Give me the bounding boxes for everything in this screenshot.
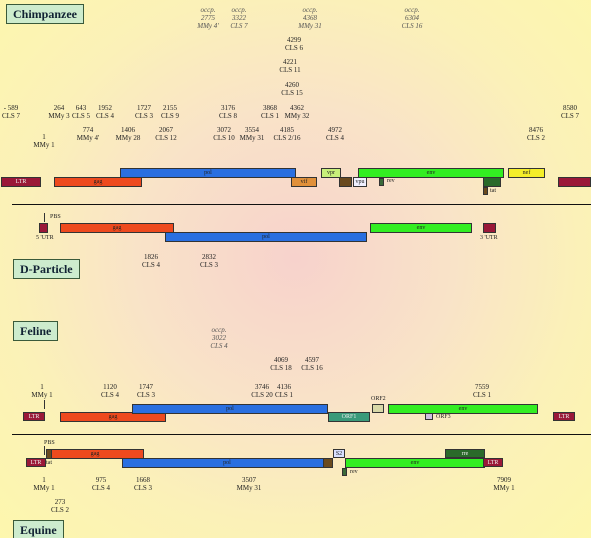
equine-pol-bar: pol [122,458,332,468]
dp-pbs-label: PBS [50,214,61,220]
chimp-site-label: 4362 MMy 32 [284,104,310,120]
equine-env-bar: env [345,458,485,468]
feline-ltr5-bar: LTR [23,412,45,421]
feline-pol-bar: pol [132,404,328,414]
feline-site-label: 4069 CLS 18 [270,356,292,372]
chimp-vif-bar: vif [291,177,317,187]
feline-site-label: 3746 CLS 20 [251,383,273,399]
chimp-tat-label: tat [490,188,496,194]
equine-rev-label: rev [350,469,358,475]
feline-env-bar: env [388,404,538,414]
dp-utr5-label: 5 'UTR [36,235,54,241]
feline-orf3-bar [425,413,433,420]
chimp-occp-label: occp. 2775 MMy 4' [197,6,219,30]
dp-site-label: 2832 CLS 3 [199,253,219,269]
equine-site-label: 273 CLS 2 [50,498,70,514]
feline-orf1-bar: ORF1 [328,412,370,422]
chimp-ltr3-bar [558,177,591,187]
chimp-pol-bar: pol [120,168,296,178]
chimp-site-label: 8580 CLS 7 [560,104,580,120]
equine-title: Equine [13,520,64,538]
dp-pol-bar: pol [165,232,367,242]
chimp-ltr5-bar: LTR [1,177,41,187]
dp-env-bar: env [370,223,472,233]
d-particle-title: D-Particle [13,259,80,279]
feline-orf2-label: ORF2 [371,396,386,402]
feline-ltr3-bar: LTR [553,412,575,421]
feline-orf2-bar [372,404,384,413]
dp-site-label: 1826 CLS 4 [141,253,161,269]
dp-gag-bar: gag [60,223,174,233]
chimp-rre-bar [483,177,501,187]
feline-occp-label: occp. 3022 CLS 4 [210,326,228,350]
feline-site-label: 4597 CLS 16 [301,356,323,372]
chimp-vpr-bar: vpr [321,168,341,178]
dp-start-tick [44,213,45,222]
feline-start-tick [44,400,45,409]
equine-site-label: 7909 MMy 1 [493,476,515,492]
section-divider [12,434,591,435]
equine-site-label: 1 MMy 1 [33,476,55,492]
feline-site-label: 7559 CLS 1 [472,383,492,399]
equine-tat-label: tat [46,460,52,466]
chimp-tat-exon1 [339,177,352,187]
chimpanzee-title: Chimpanzee [6,4,84,24]
chimp-site-label: 643 CLS 5 [71,104,91,120]
equine-site-label: 975 CLS 4 [91,476,111,492]
section-divider [12,204,591,205]
chimp-nef-bar: nef [508,168,545,178]
chimp-rev-bar [379,178,384,186]
equine-ltr5-bar: LTR [26,458,46,467]
chimp-gag-bar: gag [54,177,142,187]
feline-site-label: 1 MMy 1 [31,383,53,399]
genome-map-canvas: Chimpanzee D-Particle Feline Equine occp… [0,0,591,538]
chimp-site-label: 264 MMy 3 [48,104,70,120]
chimp-site-label: 1952 CLS 4 [95,104,115,120]
chimp-occp-label: occp. 6304 CLS 16 [401,6,423,30]
chimp-site-label: 3868 CLS 1 [260,104,280,120]
chimp-site-label: 4185 CLS 2/16 [273,126,301,142]
equine-pbs-label: PBS [44,440,55,446]
chimp-occp-label: occp. 3322 CLS 7 [230,6,248,30]
equine-gag-start [46,449,52,459]
chimp-site-label: 4221 CLS 11 [279,58,301,74]
chimp-tat-bar [483,187,488,195]
chimp-site-label: - 589 CLS 7 [1,104,21,120]
chimp-site-label: 2155 CLS 9 [160,104,180,120]
equine-tat-exon [323,458,333,468]
dp-utr3-label: 3 'UTR [480,235,498,241]
equine-site-label: 1668 CLS 3 [133,476,153,492]
dp-ltr3-bar [483,223,496,233]
chimp-site-label: 8476 CLS 2 [526,126,546,142]
chimp-site-label: 2067 CLS 12 [155,126,177,142]
equine-ltr3-bar: LTR [483,458,503,467]
chimp-site-label: 3176 CLS 8 [218,104,238,120]
chimp-site-label: 4972 CLS 4 [325,126,345,142]
chimp-vpu-bar: vpu [353,177,367,187]
chimp-occp-label: occp. 4368 MMy 31 [298,6,322,30]
feline-site-label: 1747 CLS 3 [136,383,156,399]
chimp-site-label: 3072 CLS 10 [213,126,235,142]
equine-rev-bar [342,468,347,476]
chimp-site-label: 3554 MMy 31 [239,126,265,142]
chimp-rev-label: rev [387,178,395,184]
dp-ltr5-bar [39,223,48,233]
equine-s2-bar: S2 [333,449,345,458]
chimp-site-label: 774 MMy 4' [76,126,100,142]
chimp-start-label: 1 MMy 1 [33,133,55,149]
chimp-site-label: 1406 MMy 28 [115,126,141,142]
chimp-site-label: 1727 CLS 3 [134,104,154,120]
equine-start-tick [44,446,45,455]
feline-orf3-label: ORF3 [436,414,451,420]
feline-site-label: 4136 CLS 1 [274,383,294,399]
equine-site-label: 3507 MMy 31 [236,476,262,492]
equine-rre-bar: rre [445,449,485,458]
feline-title: Feline [13,321,59,341]
chimp-site-label: 4299 CLS 6 [284,36,304,52]
feline-site-label: 1120 CLS 4 [100,383,120,399]
chimp-site-label: 4260 CLS 15 [281,81,303,97]
